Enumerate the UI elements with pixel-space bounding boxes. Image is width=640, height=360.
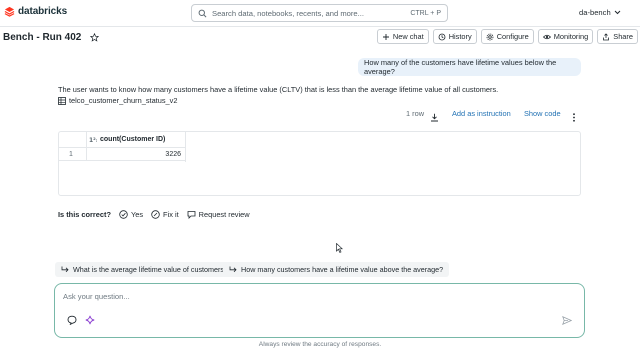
reply-arrow-icon — [61, 266, 69, 273]
reply-arrow-icon — [229, 266, 237, 273]
numeric-type-icon: 1²₃ — [89, 137, 97, 143]
configure-label: Configure — [496, 32, 529, 41]
global-search[interactable]: Search data, notebooks, recents, and mor… — [191, 4, 448, 22]
result-table: 1²₃ count(Customer ID) 1 3226 — [58, 131, 581, 196]
table-reference-link[interactable]: telco_customer_churn_status_v2 — [58, 96, 177, 105]
new-chat-label: New chat — [392, 32, 424, 41]
column-divider — [185, 132, 186, 162]
search-shortcut: CTRL + P — [410, 9, 441, 17]
search-icon — [198, 9, 207, 17]
new-chat-button[interactable]: New chat — [376, 29, 429, 44]
databricks-logo[interactable]: databricks — [4, 6, 67, 17]
more-options-icon[interactable] — [572, 113, 576, 122]
eye-icon — [542, 34, 551, 39]
sparkle-icon[interactable] — [85, 315, 95, 325]
feedback-yes-button[interactable]: Yes — [119, 210, 143, 219]
row-index: 1 — [59, 148, 87, 160]
request-review-label: Request review — [198, 210, 250, 219]
top-bar-divider — [0, 26, 640, 27]
chat-bubble-icon[interactable] — [67, 315, 77, 325]
add-as-instruction-link[interactable]: Add as instruction — [452, 109, 511, 118]
workspace-switcher[interactable]: da-bench — [579, 8, 621, 17]
brand-name: databricks — [18, 6, 68, 17]
feedback-fix-button[interactable]: Fix it — [151, 210, 179, 219]
configure-button[interactable]: Configure — [480, 29, 534, 44]
page-header: Bench - Run 402 — [3, 32, 100, 43]
suggested-question-text: How many customers have a lifetime value… — [241, 265, 444, 274]
share-label: Share — [613, 32, 633, 41]
feedback-fix-label: Fix it — [163, 210, 179, 219]
column-header[interactable]: 1²₃ count(Customer ID) — [89, 136, 165, 143]
table-reference-name: telco_customer_churn_status_v2 — [69, 96, 178, 105]
top-bar: databricks Search data, notebooks, recen… — [0, 0, 640, 26]
databricks-logo-icon — [4, 6, 15, 17]
index-column-header — [59, 132, 87, 147]
row-count: 1 row — [406, 108, 425, 118]
chevron-down-icon — [614, 10, 621, 15]
feedback-yes-label: Yes — [130, 210, 144, 219]
search-placeholder: Search data, notebooks, recents, and mor… — [212, 8, 364, 18]
user-message-text: How many of the customers have lifetime … — [364, 58, 557, 76]
header-toolbar: New chat History Configure Monitoring Sh… — [376, 29, 638, 44]
send-icon[interactable] — [562, 316, 572, 325]
download-icon[interactable] — [430, 113, 439, 122]
workspace-name: da-bench — [579, 8, 611, 17]
svg-text:1²₃: 1²₃ — [89, 137, 97, 143]
table-row: 1 3226 — [59, 148, 185, 161]
question-input[interactable] — [63, 292, 563, 301]
mouse-cursor-icon — [336, 243, 343, 253]
table-icon — [58, 96, 66, 105]
disclaimer-text: Always review the accuracy of responses. — [258, 341, 382, 348]
star-icon[interactable] — [90, 33, 100, 42]
plus-icon — [382, 33, 389, 40]
feedback-bar: Is this correct? Yes Fix it Request revi… — [58, 210, 250, 219]
monitoring-button[interactable]: Monitoring — [537, 29, 594, 44]
history-icon — [438, 33, 446, 40]
check-circle-icon — [119, 210, 128, 219]
share-button[interactable]: Share — [597, 29, 638, 44]
comment-icon — [187, 211, 196, 219]
feedback-question: Is this correct? — [58, 210, 111, 219]
suggested-question[interactable]: How many customers have a lifetime value… — [223, 262, 450, 277]
history-label: History — [448, 32, 472, 41]
table-header-row: 1²₃ count(Customer ID) — [59, 132, 185, 148]
suggested-question[interactable]: What is the average lifetime value of cu… — [55, 262, 235, 277]
suggested-question-text: What is the average lifetime value of cu… — [73, 265, 229, 274]
request-review-button[interactable]: Request review — [187, 210, 250, 219]
column-header-label: count(Customer ID) — [100, 136, 166, 143]
assistant-answer: The user wants to know how many customer… — [58, 85, 499, 94]
monitoring-label: Monitoring — [553, 32, 589, 41]
user-message: How many of the customers have lifetime … — [358, 58, 581, 76]
page-title: Bench - Run 402 — [3, 32, 82, 43]
share-icon — [603, 32, 610, 40]
wrench-icon — [151, 210, 160, 219]
chat-composer — [54, 283, 585, 338]
history-button[interactable]: History — [432, 29, 477, 44]
cell-value: 3226 — [165, 151, 181, 158]
show-code-link[interactable]: Show code — [524, 109, 561, 118]
gear-icon — [486, 33, 494, 40]
